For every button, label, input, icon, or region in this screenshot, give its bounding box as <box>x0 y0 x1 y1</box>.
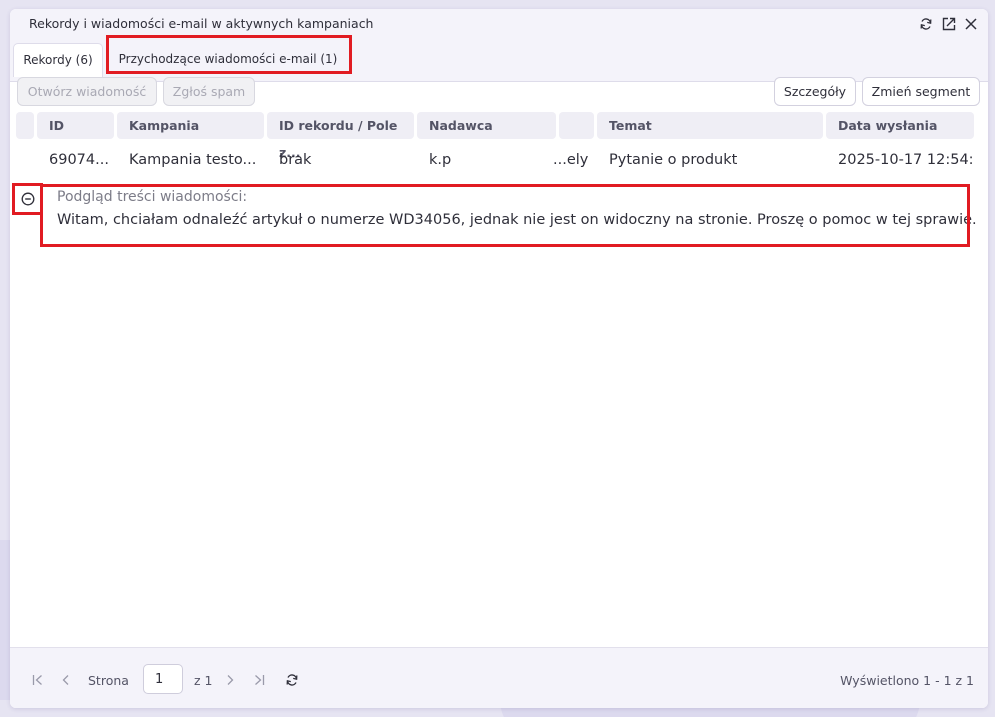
preview-message-text: Witam, chciałam odnaleźć artykuł o numer… <box>57 212 977 228</box>
page-number-input[interactable] <box>143 664 183 694</box>
popout-icon[interactable] <box>940 15 958 33</box>
close-icon[interactable] <box>962 15 980 33</box>
page-label: Strona <box>88 673 129 688</box>
next-page-icon[interactable] <box>222 672 238 688</box>
column-header-hidden <box>559 112 594 139</box>
report-spam-button[interactable]: Zgłoś spam <box>163 77 255 106</box>
records-summary: Wyświetlono 1 - 1 z 1 <box>840 673 974 688</box>
change-segment-button[interactable]: Zmień segment <box>862 77 980 106</box>
last-page-icon[interactable] <box>251 672 267 688</box>
cell-id: 69074... <box>49 152 109 168</box>
cell-record-id: brak <box>279 152 312 168</box>
column-spacer <box>16 112 34 139</box>
column-header-record-id[interactable]: ID rekordu / Pole z... <box>267 112 414 160</box>
page-count-label: z 1 <box>194 673 213 688</box>
tab-records[interactable]: Rekordy (6) <box>13 43 103 77</box>
collapse-row-icon[interactable] <box>21 191 35 206</box>
cell-campaign: Kampania testo... <box>129 152 257 168</box>
column-header-sender[interactable]: Nadawca <box>417 112 556 139</box>
first-page-icon[interactable] <box>30 672 46 688</box>
records-dialog: Rekordy i wiadomości e-mail w aktywnych … <box>10 9 988 708</box>
cell-subject: Pytanie o produkt <box>609 152 738 168</box>
dialog-title: Rekordy i wiadomości e-mail w aktywnych … <box>29 16 374 31</box>
refresh-icon[interactable] <box>917 15 935 33</box>
column-header-id[interactable]: ID <box>37 112 114 139</box>
column-header-campaign[interactable]: Kampania <box>117 112 264 139</box>
cell-sender: k.p <box>429 152 452 168</box>
preview-label: Podgląd treści wiadomości: <box>57 189 248 205</box>
pager-bar: Strona z 1 Wyświetlono 1 - 1 z 1 <box>10 647 988 708</box>
tab-bar: Rekordy (6) Przychodzące wiadomości e-ma… <box>10 39 988 82</box>
cell-recipient-fragment: ely... <box>553 152 589 168</box>
tab-incoming-emails[interactable]: Przychodzące wiadomości e-mail (1) <box>111 43 345 75</box>
previous-page-icon[interactable] <box>58 672 74 688</box>
titlebar: Rekordy i wiadomości e-mail w aktywnych … <box>10 9 988 39</box>
cell-date: 2025-10-17 12:54:... <box>838 152 973 168</box>
details-button[interactable]: Szczegóły <box>774 77 856 106</box>
open-message-button[interactable]: Otwórz wiadomość <box>17 77 157 106</box>
refresh-icon[interactable] <box>284 672 300 688</box>
column-header-date[interactable]: Data wysłania <box>826 112 974 139</box>
column-header-subject[interactable]: Temat <box>597 112 823 139</box>
